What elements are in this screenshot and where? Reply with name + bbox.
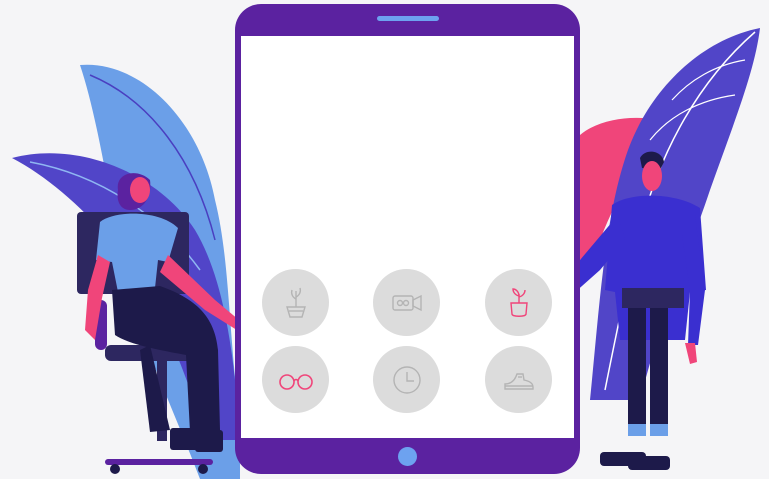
app-button-sneaker[interactable]	[485, 346, 552, 413]
app-grid	[241, 36, 574, 438]
woman-shoe-right	[195, 430, 223, 452]
woman-shoe-left	[170, 428, 198, 450]
app-button-clock[interactable]	[373, 346, 440, 413]
chair-wheel-right	[198, 464, 208, 474]
tablet-screen	[241, 36, 574, 438]
plant-pot-icon	[285, 287, 306, 318]
video-camera-icon	[391, 294, 422, 311]
man-belt	[622, 288, 684, 308]
woman-face	[130, 177, 150, 203]
sprout-cup-icon	[509, 287, 528, 317]
man-face	[642, 161, 662, 191]
illustration-scene	[0, 0, 769, 479]
sneaker-icon	[503, 372, 534, 390]
glasses-icon	[278, 373, 313, 390]
app-button-sprout[interactable]	[485, 269, 552, 336]
tablet-device	[235, 4, 580, 474]
man-cuff-right	[650, 424, 668, 436]
home-button[interactable]	[398, 447, 417, 466]
tablet-speaker	[377, 16, 439, 21]
app-button-glasses[interactable]	[262, 346, 329, 413]
man-hand-right	[685, 343, 697, 364]
man-shoe-right	[628, 456, 670, 470]
clock-icon	[392, 365, 421, 394]
app-button-video[interactable]	[373, 269, 440, 336]
chair-wheel-left	[110, 464, 120, 474]
man-cuff-left	[628, 424, 646, 436]
app-button-plant[interactable]	[262, 269, 329, 336]
man-leg-right	[650, 308, 668, 428]
man-leg-left	[628, 308, 646, 428]
